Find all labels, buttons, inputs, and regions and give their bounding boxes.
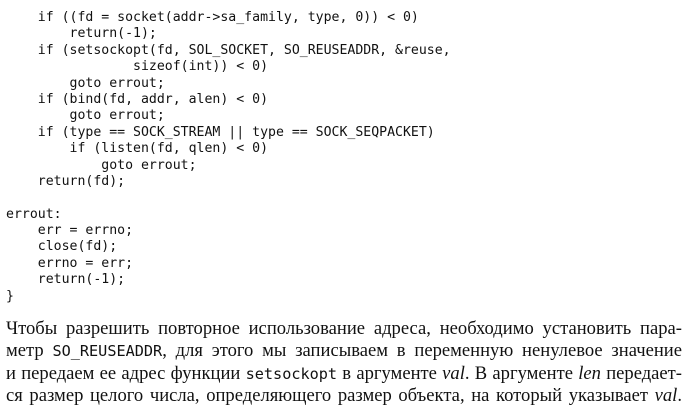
code-line: if (type == SOCK_STREAM || type == SOCK_… [6, 124, 435, 140]
inline-code: SO_REUSEADDR [52, 342, 163, 361]
code-line: goto errout; [6, 108, 165, 124]
paragraph-text: передает- [600, 362, 682, 384]
code-line: close(fd); [6, 239, 118, 255]
paragraph-line: и передаем ее адрес функции setsockopt в… [6, 363, 682, 385]
paragraph-text: и передаем ее адрес функции [6, 362, 246, 384]
code-line: return(fd); [6, 173, 126, 189]
code-line: return(-1); [6, 26, 157, 42]
code-line: } [6, 288, 14, 304]
code-line: return(-1); [6, 272, 126, 288]
code-line: goto errout; [6, 75, 165, 91]
code-line: if ((fd = socket(addr->sa_family, type, … [6, 10, 419, 25]
paragraph-line: ся размер целого числа, определяющего ра… [6, 385, 682, 407]
code-line: errout: [6, 206, 62, 222]
paragraph-line: метр SO_REUSEADDR, для этого мы записыва… [6, 340, 682, 362]
code-line: if (setsockopt(fd, SOL_SOCKET, SO_REUSEA… [6, 42, 451, 58]
code-listing: if ((fd = socket(addr->sa_family, type, … [6, 10, 451, 305]
code-line: sizeof(int)) < 0) [6, 59, 269, 75]
paragraph-text: метр [6, 340, 53, 362]
body-paragraph: Чтобы разрешить повторное использование … [6, 318, 682, 408]
code-line: if (listen(fd, qlen) < 0) [6, 141, 269, 157]
paragraph-text: в аргументе [337, 362, 443, 384]
code-line: err = errno; [6, 223, 134, 239]
italic-term: val [442, 362, 465, 384]
paragraph-text: , для этого мы записываем в переменную н… [162, 340, 682, 362]
italic-term: val [654, 385, 678, 407]
italic-term: len [578, 362, 601, 384]
code-line: goto errout; [6, 157, 197, 173]
paragraph-line: Чтобы разрешить повторное использование … [6, 318, 682, 340]
paragraph-text: . В аргументе [464, 362, 579, 384]
paragraph-text: Чтобы разрешить повторное использование … [6, 318, 682, 339]
paragraph-text: . [677, 385, 682, 407]
inline-code: setsockopt [245, 364, 338, 383]
paragraph-text: ся размер целого числа, определяющего ра… [6, 385, 655, 407]
code-line: errno = err; [6, 255, 134, 271]
code-line: if (bind(fd, addr, alen) < 0) [6, 91, 269, 107]
